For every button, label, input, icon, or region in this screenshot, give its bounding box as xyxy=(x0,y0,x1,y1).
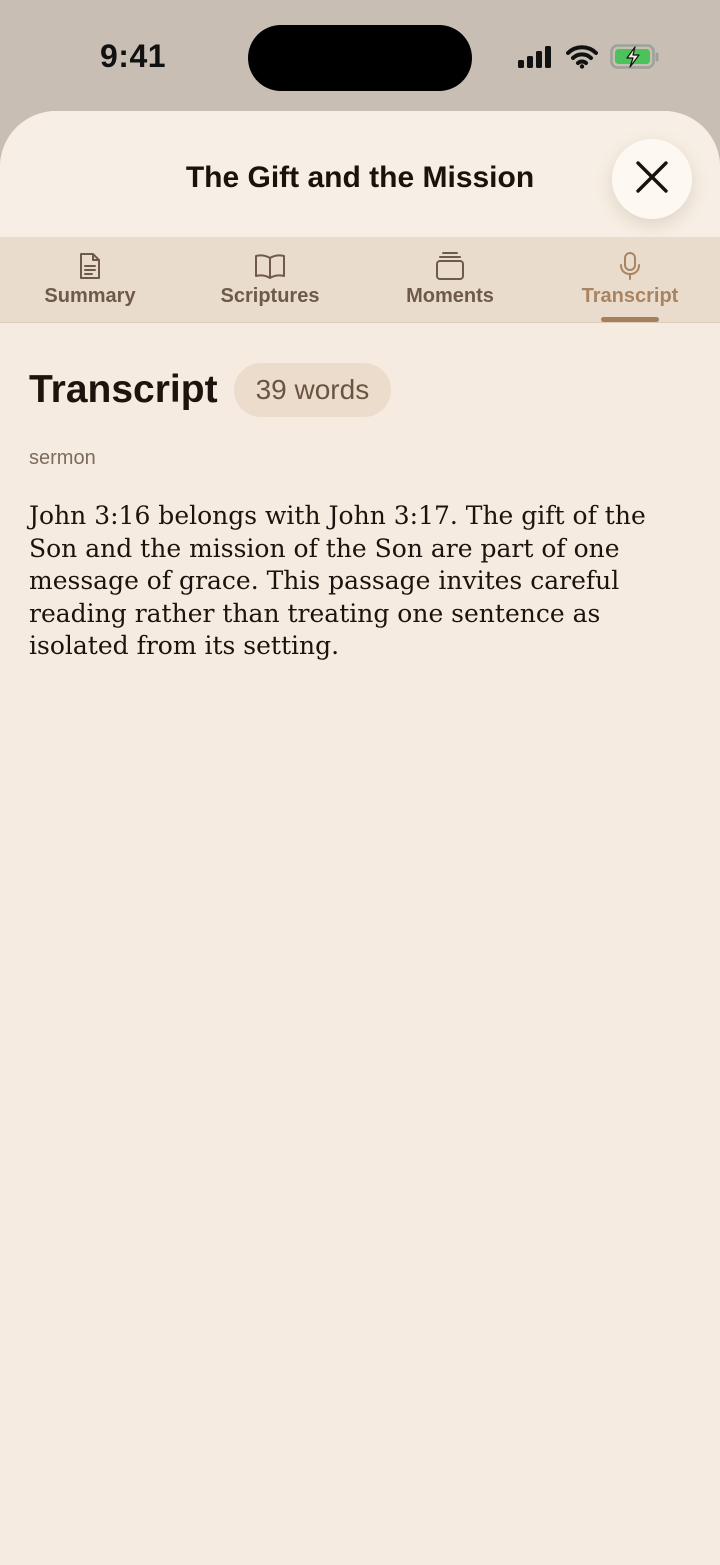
transcript-content: Transcript 39 words sermon John 3:16 bel… xyxy=(0,323,720,663)
tab-scriptures[interactable]: Scriptures xyxy=(180,237,360,322)
active-tab-indicator xyxy=(601,317,659,322)
cellular-signal-icon xyxy=(518,45,554,69)
battery-charging-icon xyxy=(610,44,660,70)
screen: 9:41 The Gift and the Mission Summary Sc… xyxy=(0,0,720,1565)
microphone-icon xyxy=(618,251,642,281)
document-icon xyxy=(78,251,102,281)
tab-label: Transcript xyxy=(581,285,679,307)
status-time: 9:41 xyxy=(100,38,167,74)
tab-summary[interactable]: Summary xyxy=(0,237,180,322)
sheet: The Gift and the Mission Summary Scriptu… xyxy=(0,111,720,1565)
tab-moments[interactable]: Moments xyxy=(360,237,540,322)
status-bar: 9:41 xyxy=(0,0,720,112)
content-subtitle: sermon xyxy=(29,447,96,469)
content-title: Transcript xyxy=(29,368,218,411)
tab-label: Summary xyxy=(44,285,136,307)
sheet-header: The Gift and the Mission xyxy=(0,111,720,237)
stack-icon xyxy=(435,251,465,281)
close-icon xyxy=(635,160,669,199)
status-icons xyxy=(518,44,660,70)
tab-label: Scriptures xyxy=(220,285,320,307)
wifi-icon xyxy=(566,45,598,69)
tab-label: Moments xyxy=(406,285,494,307)
tab-transcript[interactable]: Transcript xyxy=(540,237,720,322)
dynamic-island xyxy=(248,25,472,91)
content-header: Transcript 39 words xyxy=(29,363,691,417)
transcript-text: John 3:16 belongs with John 3:17. The gi… xyxy=(29,501,646,660)
tab-bar: Summary Scriptures Moments Transcript xyxy=(0,237,720,323)
open-book-icon xyxy=(254,251,286,281)
close-button[interactable] xyxy=(612,139,692,219)
word-count-badge: 39 words xyxy=(233,363,392,417)
